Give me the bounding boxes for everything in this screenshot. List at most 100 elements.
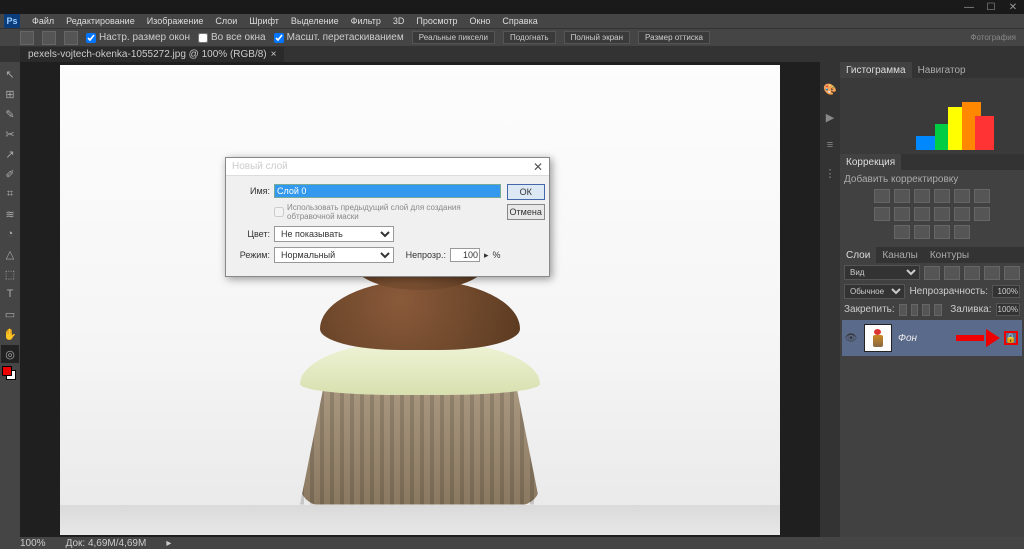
ok-button[interactable]: ОК — [507, 184, 545, 200]
color-swatches[interactable] — [2, 366, 16, 380]
brush-tool[interactable]: ✐ — [1, 165, 19, 183]
maximize-button[interactable]: ☐ — [984, 2, 998, 12]
properties-panel-icon[interactable]: ⋮ — [823, 166, 837, 180]
dialog-close-icon[interactable]: ✕ — [533, 160, 543, 174]
visibility-icon[interactable]: 👁 — [844, 333, 858, 344]
full-screen-button[interactable]: Полный экран — [564, 31, 630, 44]
layer-opacity-field[interactable]: 100% — [992, 285, 1020, 298]
adj-icon[interactable] — [914, 189, 930, 203]
status-arrow-icon[interactable]: ▸ — [166, 538, 171, 549]
type-tool[interactable]: T — [1, 285, 19, 303]
menu-select[interactable]: Выделение — [285, 16, 345, 26]
mode-select[interactable]: Нормальный — [274, 247, 394, 263]
layer-fill-field[interactable]: 100% — [996, 303, 1020, 316]
menu-type[interactable]: Шрифт — [243, 16, 285, 26]
menu-image[interactable]: Изображение — [141, 16, 210, 26]
workspace-label[interactable]: Фотография — [970, 33, 1024, 42]
print-size-button[interactable]: Размер оттиска — [638, 31, 710, 44]
filter-icon[interactable] — [924, 266, 940, 280]
adj-icon[interactable] — [954, 189, 970, 203]
gradient-tool[interactable]: ◔ — [1, 225, 19, 243]
adj-icon[interactable] — [914, 225, 930, 239]
adj-icon[interactable] — [954, 207, 970, 221]
adj-icon[interactable] — [874, 189, 890, 203]
filter-icon[interactable] — [944, 266, 960, 280]
fit-screen-button[interactable]: Подогнать — [503, 31, 556, 44]
adj-icon[interactable] — [954, 225, 970, 239]
adj-icon[interactable] — [934, 189, 950, 203]
shape-tool[interactable]: ▭ — [1, 305, 19, 323]
adj-icon[interactable] — [894, 207, 910, 221]
menu-layers[interactable]: Слои — [209, 16, 243, 26]
close-tab-icon[interactable]: × — [271, 49, 277, 60]
close-window-button[interactable]: ✕ — [1006, 2, 1020, 12]
tab-histogram[interactable]: Гистограмма — [840, 62, 912, 79]
adj-icon[interactable] — [894, 189, 910, 203]
adj-icon[interactable] — [934, 207, 950, 221]
tab-navigator[interactable]: Навигатор — [912, 62, 972, 79]
canvas-area[interactable]: Новый слой ✕ Имя: Слой 0 Использовать пр… — [20, 62, 820, 537]
document-tab[interactable]: pexels-vojtech-okenka-1055272.jpg @ 100%… — [20, 47, 284, 62]
menu-file[interactable]: Файл — [26, 16, 60, 26]
eyedropper-tool[interactable]: ↗ — [1, 145, 19, 163]
marquee-tool[interactable]: ⊞ — [1, 85, 19, 103]
actual-pixels-button[interactable]: Реальные пиксели — [412, 31, 495, 44]
zoom-tool[interactable]: ◎ — [1, 345, 19, 363]
opacity-input[interactable] — [450, 248, 480, 262]
filter-icon[interactable] — [1004, 266, 1020, 280]
pen-tool[interactable]: △ — [1, 245, 19, 263]
layer-row-background[interactable]: 👁 Фон 🔒 — [842, 320, 1022, 356]
layer-name-input[interactable]: Слой 0 — [274, 184, 501, 198]
color-select[interactable]: Не показывать — [274, 226, 394, 242]
adj-icon[interactable] — [914, 207, 930, 221]
color-panel-icon[interactable]: 🎨 — [823, 82, 837, 96]
lock-icon[interactable] — [911, 304, 919, 316]
adj-icon[interactable] — [974, 207, 990, 221]
hand-tool[interactable]: ✋ — [1, 325, 19, 343]
eraser-tool[interactable]: ≋ — [1, 205, 19, 223]
history-panel-icon[interactable]: ≡ — [823, 138, 837, 152]
adj-icon[interactable] — [874, 207, 890, 221]
lock-icon[interactable] — [899, 304, 907, 316]
blend-mode-select[interactable]: Обычное — [844, 284, 905, 299]
menu-3d[interactable]: 3D — [387, 16, 411, 26]
layer-filter-kind[interactable]: Вид — [844, 265, 920, 280]
minimize-button[interactable]: — — [962, 2, 976, 12]
cancel-button[interactable]: Отмена — [507, 204, 545, 220]
stamp-tool[interactable]: ⌗ — [1, 185, 19, 203]
dialog-title-bar[interactable]: Новый слой ✕ — [226, 158, 549, 176]
menu-edit[interactable]: Редактирование — [60, 16, 141, 26]
lock-icon[interactable] — [922, 304, 930, 316]
all-windows-check[interactable]: Во все окна — [198, 32, 266, 43]
zoom-in-icon[interactable] — [42, 31, 56, 45]
layer-thumbnail[interactable] — [864, 324, 892, 352]
lasso-tool[interactable]: ✎ — [1, 105, 19, 123]
menu-help[interactable]: Справка — [496, 16, 543, 26]
adj-icon[interactable] — [894, 225, 910, 239]
opacity-arrow-icon[interactable]: ▸ — [484, 250, 489, 261]
document-size[interactable]: Док: 4,69M/4,69M — [66, 538, 147, 549]
adj-icon[interactable] — [934, 225, 950, 239]
menu-filter[interactable]: Фильтр — [345, 16, 387, 26]
tab-layers[interactable]: Слои — [840, 247, 876, 264]
scrubby-zoom-check[interactable]: Масшт. перетаскиванием — [274, 32, 404, 43]
adj-icon[interactable] — [974, 189, 990, 203]
tab-paths[interactable]: Контуры — [924, 247, 975, 264]
menu-view[interactable]: Просмотр — [410, 16, 463, 26]
filter-icon[interactable] — [964, 266, 980, 280]
menu-window[interactable]: Окно — [463, 16, 496, 26]
move-tool[interactable]: ↖ — [1, 65, 19, 83]
tab-adjustments[interactable]: Коррекция — [840, 154, 901, 171]
zoom-level[interactable]: 100% — [20, 538, 46, 549]
resize-windows-check[interactable]: Настр. размер окон — [86, 32, 190, 43]
layer-name[interactable]: Фон — [898, 333, 917, 344]
lock-icon[interactable] — [934, 304, 942, 316]
tab-channels[interactable]: Каналы — [876, 247, 924, 264]
layer-lock-icon[interactable]: 🔒 — [1004, 331, 1018, 345]
actions-panel-icon[interactable]: ▶ — [823, 110, 837, 124]
path-tool[interactable]: ⬚ — [1, 265, 19, 283]
zoom-out-icon[interactable] — [64, 31, 78, 45]
crop-tool[interactable]: ✂ — [1, 125, 19, 143]
filter-icon[interactable] — [984, 266, 1000, 280]
clip-mask-checkbox — [274, 207, 284, 217]
